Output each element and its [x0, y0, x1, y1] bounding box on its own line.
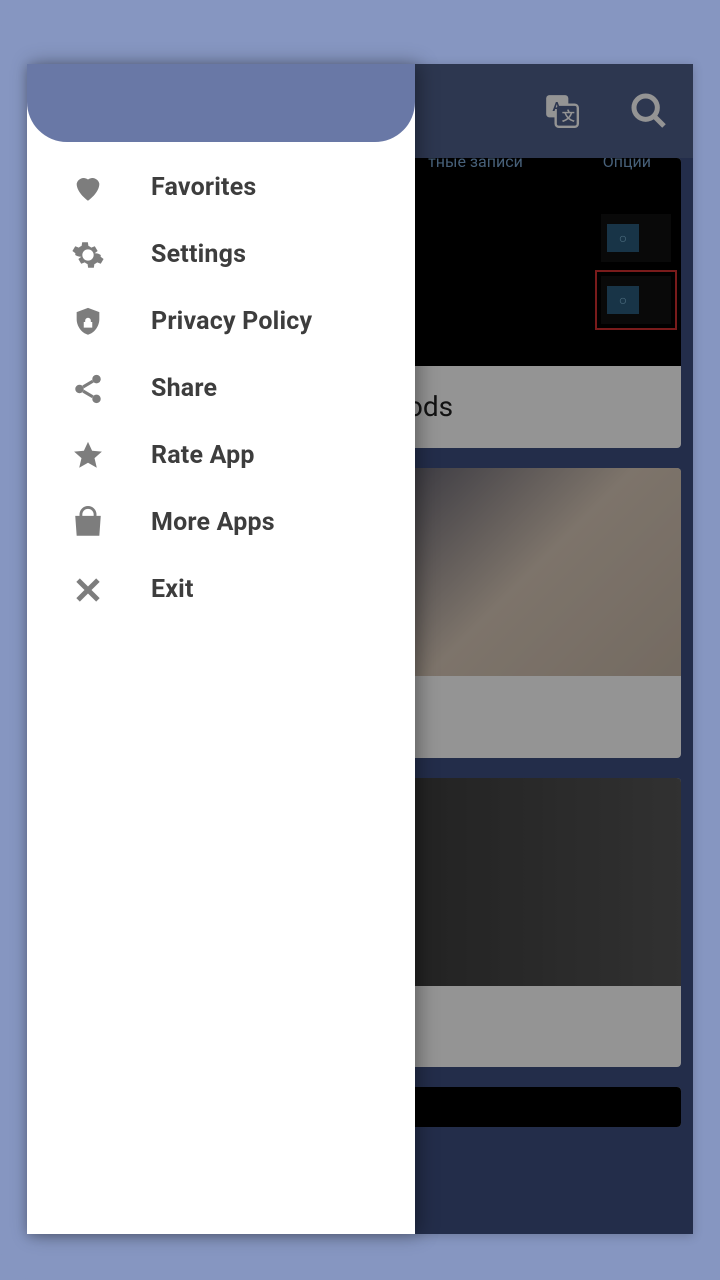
drawer-item-label: Settings — [151, 240, 246, 269]
drawer-item-label: Privacy Policy — [151, 307, 312, 336]
drawer-item-label: Favorites — [151, 173, 256, 202]
drawer-item-label: Share — [151, 374, 217, 403]
drawer-item-rate[interactable]: Rate App — [27, 422, 415, 489]
heart-icon — [71, 171, 105, 205]
drawer-item-exit[interactable]: Exit — [27, 556, 415, 623]
drawer-item-share[interactable]: Share — [27, 355, 415, 422]
drawer-item-label: Rate App — [151, 441, 255, 470]
drawer-menu: Favorites Settings Privacy Policy — [27, 142, 415, 623]
shield-lock-icon — [71, 305, 105, 339]
drawer-item-privacy[interactable]: Privacy Policy — [27, 288, 415, 355]
drawer-item-more-apps[interactable]: More Apps — [27, 489, 415, 556]
drawer-header — [27, 64, 415, 142]
bag-icon — [71, 506, 105, 540]
drawer-item-favorites[interactable]: Favorites — [27, 154, 415, 221]
drawer-item-settings[interactable]: Settings — [27, 221, 415, 288]
drawer-item-label: Exit — [151, 575, 194, 604]
gear-icon — [71, 238, 105, 272]
navigation-drawer: Favorites Settings Privacy Policy — [27, 64, 415, 1234]
star-icon — [71, 439, 105, 473]
close-icon — [71, 573, 105, 607]
drawer-item-label: More Apps — [151, 508, 275, 537]
share-icon — [71, 372, 105, 406]
